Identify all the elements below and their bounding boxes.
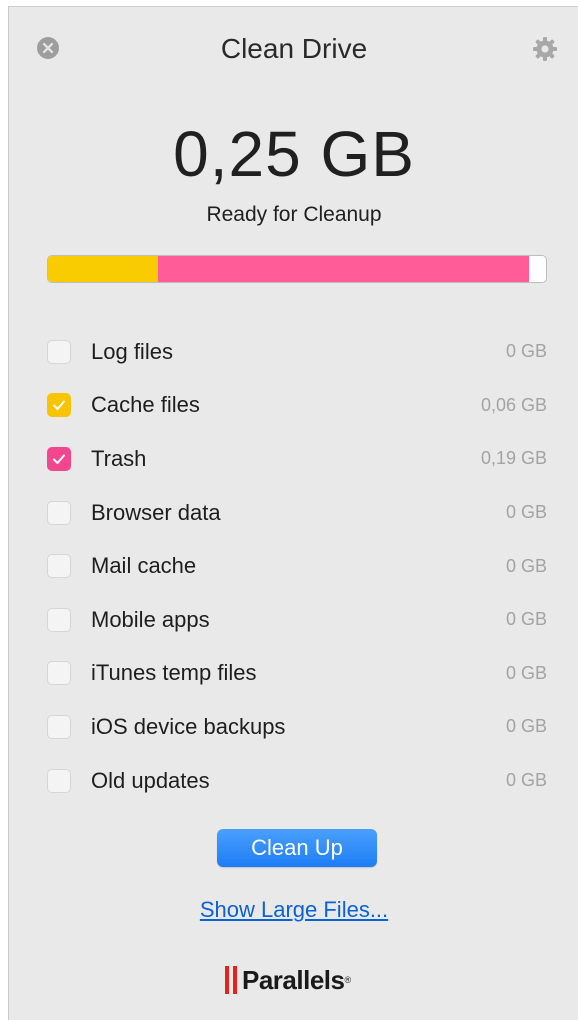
- clean-up-button[interactable]: Clean Up: [217, 829, 377, 867]
- mobile-apps-checkbox[interactable]: [47, 607, 71, 632]
- usage-bar: [47, 255, 547, 283]
- category-row-browser-data[interactable]: Browser data 0 GB: [47, 486, 547, 540]
- category-label: iOS device backups: [91, 713, 286, 739]
- category-size: 0,06 GB: [480, 394, 547, 415]
- brand-registered-mark: ®: [344, 975, 352, 985]
- category-size: 0 GB: [505, 341, 547, 362]
- category-row-mail-cache[interactable]: Mail cache 0 GB: [47, 539, 547, 593]
- cache-files-checkbox[interactable]: [47, 393, 71, 418]
- category-row-old-updates[interactable]: Old updates 0 GB: [47, 754, 547, 808]
- category-label: Log files: [91, 338, 173, 364]
- usage-bar-cache-segment: [48, 256, 158, 282]
- category-label: Mobile apps: [91, 606, 210, 632]
- category-label: Trash: [91, 445, 147, 471]
- category-row-trash[interactable]: Trash 0,19 GB: [47, 432, 547, 486]
- category-row-cache-files[interactable]: Cache files 0,06 GB: [47, 379, 547, 433]
- ios-device-backups-checkbox[interactable]: [47, 714, 71, 739]
- clean-drive-window: Clean Drive 0,25 GB Ready for Cleanup Lo…: [8, 6, 578, 1020]
- window-title: Clean Drive: [220, 33, 368, 64]
- itunes-temp-files-checkbox[interactable]: [47, 661, 71, 686]
- gear-icon: [533, 37, 557, 61]
- category-label: Browser data: [91, 499, 221, 525]
- category-label: iTunes temp files: [91, 660, 257, 686]
- cleanup-status: Ready for Cleanup: [206, 203, 382, 226]
- show-large-files-link[interactable]: Show Large Files...: [9, 897, 578, 923]
- category-row-ios-device-backups[interactable]: iOS device backups 0 GB: [47, 700, 547, 754]
- category-size: 0 GB: [505, 502, 547, 523]
- settings-button[interactable]: [531, 35, 559, 63]
- checkmark-icon: [53, 400, 65, 411]
- trash-checkbox[interactable]: [47, 446, 71, 471]
- old-updates-checkbox[interactable]: [47, 768, 71, 793]
- category-size: 0 GB: [505, 662, 547, 683]
- category-row-mobile-apps[interactable]: Mobile apps 0 GB: [47, 593, 547, 647]
- category-size: 0 GB: [505, 555, 547, 576]
- category-row-itunes-temp-files[interactable]: iTunes temp files 0 GB: [47, 647, 547, 701]
- category-label: Old updates: [91, 767, 210, 793]
- cleanup-category-list: Log files 0 GB Cache files 0,06 GB Trash…: [47, 325, 547, 807]
- browser-data-checkbox[interactable]: [47, 500, 71, 525]
- checkmark-icon: [53, 454, 65, 464]
- brand-name: Parallels: [242, 964, 345, 995]
- total-size-value: 0,25 GB: [173, 118, 415, 190]
- log-files-checkbox[interactable]: [47, 339, 71, 364]
- category-row-log-files[interactable]: Log files 0 GB: [47, 325, 547, 379]
- category-size: 0 GB: [505, 609, 547, 630]
- category-size: 0,19 GB: [480, 448, 547, 469]
- category-size: 0 GB: [505, 716, 547, 737]
- category-label: Mail cache: [91, 553, 197, 579]
- mail-cache-checkbox[interactable]: [47, 554, 71, 579]
- parallels-logo: Parallels ®: [225, 965, 351, 995]
- category-label: Cache files: [91, 392, 200, 418]
- parallels-logo-bars: [225, 966, 237, 994]
- category-size: 0 GB: [505, 770, 547, 791]
- usage-bar-trash-segment: [157, 256, 529, 282]
